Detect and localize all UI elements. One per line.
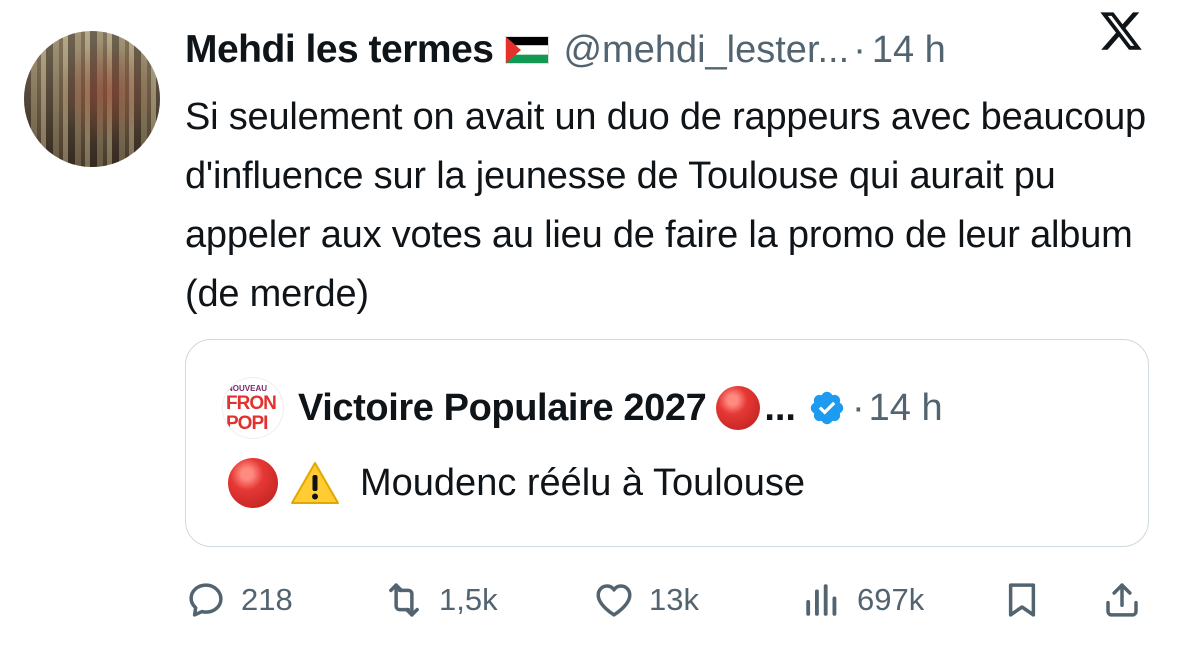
like-count: 13k xyxy=(649,582,699,617)
author-handle[interactable]: @mehdi_lester... xyxy=(563,29,849,72)
quoted-header: NOUVEAU FRON POPI Victoire Populaire 202… xyxy=(222,377,943,439)
logo-line-3: POPI xyxy=(226,413,268,434)
repost-icon xyxy=(389,583,419,617)
tweet-header: Mehdi les termes @mehdi_lester... · 14 h xyxy=(185,22,1159,78)
quoted-avatar[interactable]: NOUVEAU FRON POPI xyxy=(222,377,284,439)
name-ellipsis: ... xyxy=(764,386,796,429)
reply-count: 218 xyxy=(241,582,293,617)
quoted-text: Moudenc réélu à Toulouse xyxy=(360,461,806,504)
share-icon xyxy=(1106,583,1138,617)
logo-line-1: NOUVEAU xyxy=(227,384,268,393)
tweet-time[interactable]: 14 h xyxy=(872,29,946,72)
quoted-separator-dot: · xyxy=(852,386,865,429)
share-button[interactable] xyxy=(1101,570,1143,630)
repost-count: 1,5k xyxy=(439,582,498,617)
quoted-author-name[interactable]: Victoire Populaire 2027 xyxy=(298,387,707,430)
separator-dot: · xyxy=(853,28,866,71)
like-icon xyxy=(596,584,632,617)
red-circle-icon xyxy=(228,458,278,508)
bookmark-button[interactable] xyxy=(1001,570,1043,630)
red-circle-icon xyxy=(716,386,761,430)
bookmark-icon xyxy=(1008,583,1036,617)
reply-button[interactable]: 218 xyxy=(185,570,293,630)
views-icon xyxy=(806,584,837,616)
reply-icon xyxy=(189,583,223,617)
author-name[interactable]: Mehdi les termes xyxy=(185,28,494,72)
action-bar: 218 1,5k 13k 697k xyxy=(185,570,1150,630)
quoted-text-row: Moudenc réélu à Toulouse xyxy=(228,458,805,508)
quoted-tweet[interactable]: NOUVEAU FRON POPI Victoire Populaire 202… xyxy=(185,339,1149,547)
verified-badge-icon xyxy=(810,391,844,425)
quoted-time[interactable]: 14 h xyxy=(869,387,943,430)
like-button[interactable]: 13k xyxy=(593,570,699,630)
x-logo-icon[interactable] xyxy=(1097,8,1145,54)
warning-icon xyxy=(291,462,339,504)
views-button[interactable]: 697k xyxy=(801,570,924,630)
palestine-flag-icon xyxy=(505,36,550,64)
tweet-text: Si seulement on avait un duo de rappeurs… xyxy=(185,96,1146,315)
logo-line-2: FRON xyxy=(226,393,277,414)
repost-button[interactable]: 1,5k xyxy=(383,570,498,630)
avatar[interactable] xyxy=(24,31,160,167)
view-count: 697k xyxy=(857,582,925,617)
